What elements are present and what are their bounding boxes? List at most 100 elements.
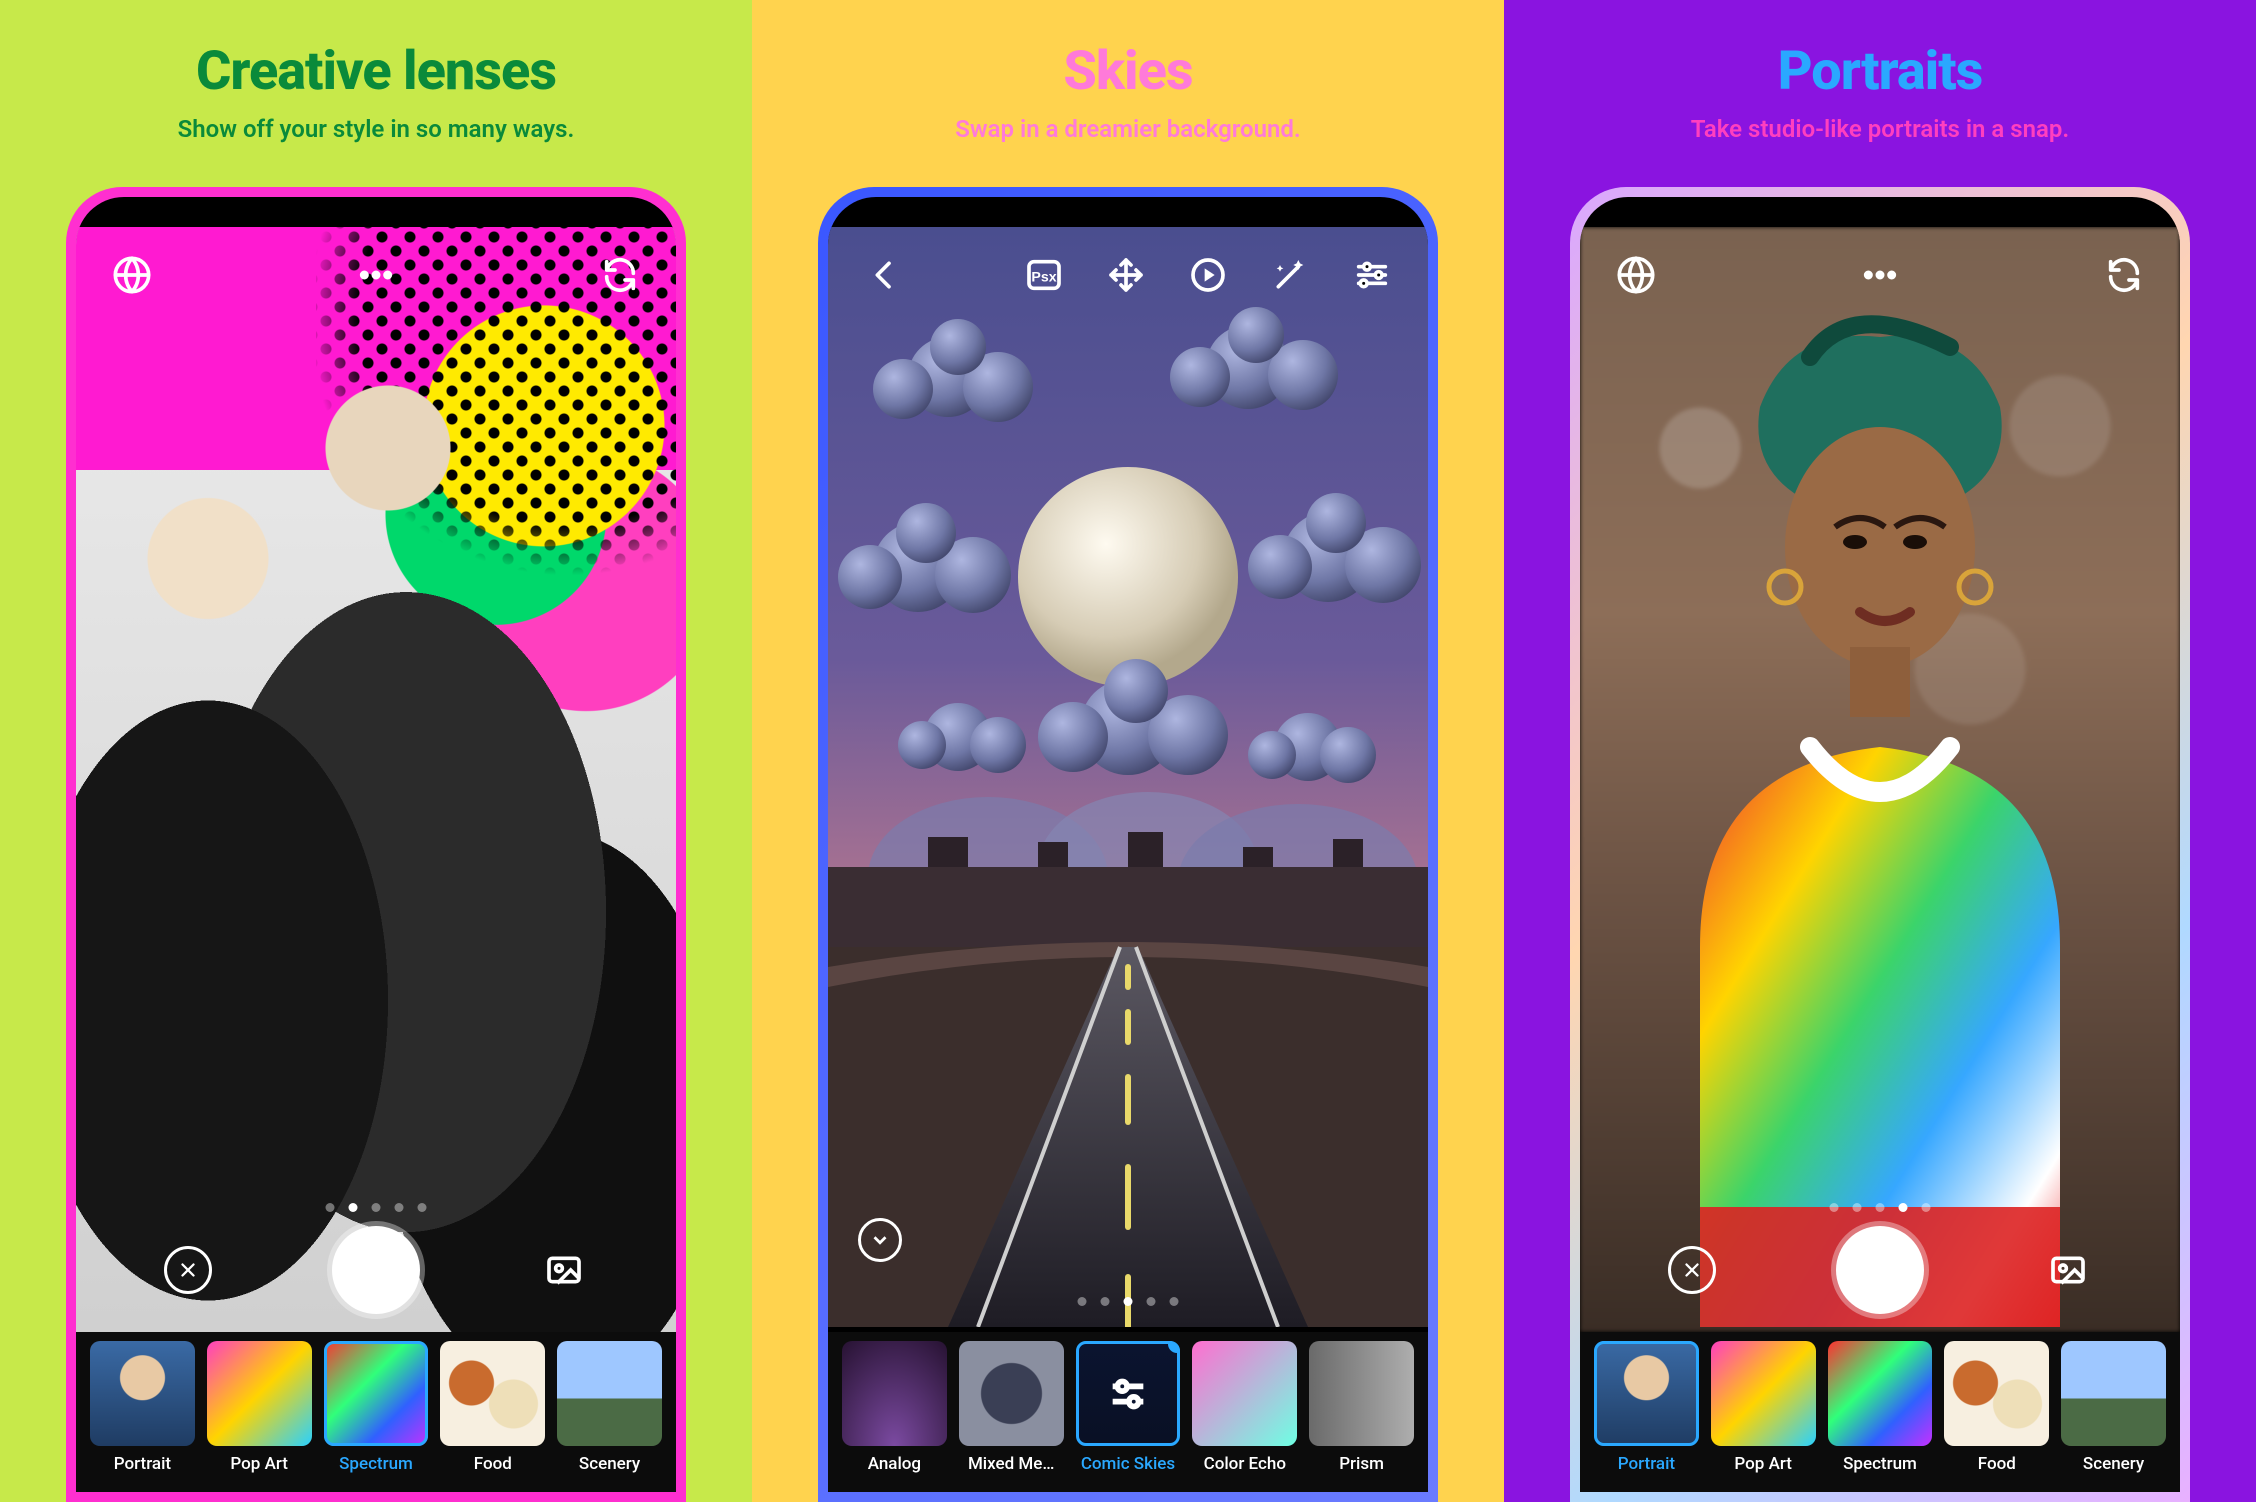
- phone-notch: [1028, 197, 1228, 227]
- panel-title: Portraits: [1778, 40, 1983, 103]
- filter-label: Spectrum: [1843, 1454, 1917, 1474]
- filter-thumb: [324, 1341, 429, 1446]
- web-icon[interactable]: [1616, 255, 1656, 295]
- phone-screen: Psx: [828, 197, 1428, 1492]
- pager: [1580, 1192, 2180, 1212]
- filter-thumb: [440, 1341, 545, 1446]
- phone-screen: Portrait Pop Art Spectrum Food Scenery: [1580, 197, 2180, 1492]
- promo-panel-creative-lenses: Creative lenses Show off your style in s…: [0, 0, 752, 1502]
- sample-photo: [76, 227, 676, 1332]
- more-icon[interactable]: [356, 255, 396, 295]
- sample-photo: [828, 227, 1428, 1327]
- filter-label: Analog: [868, 1454, 921, 1474]
- phone-screen: Portrait Pop Art Spectrum Food Scenery: [76, 197, 676, 1492]
- filter-label: Portrait: [114, 1454, 171, 1474]
- collapse-button[interactable]: [858, 1218, 902, 1262]
- filter-chip-analog[interactable]: Analog: [842, 1341, 947, 1474]
- motion-icon[interactable]: [1188, 255, 1228, 295]
- filter-chip-scenery[interactable]: Scenery: [2061, 1341, 2166, 1474]
- filter-chip-mixed-media[interactable]: Mixed Me…: [959, 1341, 1064, 1474]
- close-effect-button[interactable]: [164, 1246, 212, 1294]
- camera-viewport: [76, 227, 676, 1332]
- more-icon[interactable]: [1860, 255, 1900, 295]
- panel-subtitle: Show off your style in so many ways.: [178, 115, 575, 143]
- filter-label: Mixed Me…: [968, 1454, 1055, 1474]
- filter-thumb: [1076, 1341, 1181, 1446]
- svg-text:Psx: Psx: [1031, 270, 1056, 286]
- filter-chip-portrait[interactable]: Portrait: [90, 1341, 195, 1474]
- phone-notch: [276, 197, 476, 227]
- filter-chip-food[interactable]: Food: [1944, 1341, 2049, 1474]
- gallery-button[interactable]: [540, 1250, 588, 1290]
- filter-chip-food[interactable]: Food: [440, 1341, 545, 1474]
- phone-notch: [1780, 197, 1980, 227]
- filter-label: Color Echo: [1204, 1454, 1286, 1474]
- camera-top-bar: [1580, 255, 2180, 295]
- panel-title: Creative lenses: [196, 40, 556, 103]
- filter-chip-spectrum[interactable]: Spectrum: [324, 1341, 429, 1474]
- filter-thumb: [1192, 1341, 1297, 1446]
- phone-mockup: Psx: [818, 187, 1438, 1502]
- filter-label: Spectrum: [339, 1454, 413, 1474]
- adjust-sliders-icon[interactable]: [1352, 255, 1392, 295]
- filter-tray: Portrait Pop Art Spectrum Food Scenery: [1580, 1332, 2180, 1492]
- gallery-button[interactable]: [2044, 1250, 2092, 1290]
- filter-chip-scenery[interactable]: Scenery: [557, 1341, 662, 1474]
- new-badge-icon: [1168, 1341, 1180, 1353]
- editor-top-bar: Psx: [828, 255, 1428, 295]
- filter-label: Comic Skies: [1081, 1454, 1175, 1474]
- filter-thumb: [959, 1341, 1064, 1446]
- filter-label: Prism: [1339, 1454, 1384, 1474]
- filter-label: Pop Art: [230, 1454, 288, 1474]
- filter-thumb: [90, 1341, 195, 1446]
- psx-icon[interactable]: Psx: [1024, 255, 1064, 295]
- filter-label: Food: [1978, 1454, 2016, 1474]
- panel-title: Skies: [1063, 40, 1192, 103]
- camera-controls: [1580, 1226, 2180, 1314]
- move-icon[interactable]: [1106, 255, 1146, 295]
- filter-thumb: [1711, 1341, 1816, 1446]
- filter-tray: Analog Mixed Me… Comic Skies Color Echo: [828, 1332, 1428, 1492]
- back-icon[interactable]: [864, 255, 904, 295]
- filter-label: Portrait: [1618, 1454, 1675, 1474]
- pager: [1078, 1297, 1179, 1306]
- switch-camera-icon[interactable]: [2104, 255, 2144, 295]
- camera-controls: [76, 1226, 676, 1314]
- switch-camera-icon[interactable]: [600, 255, 640, 295]
- camera-viewport: [1580, 227, 2180, 1332]
- filter-thumb: [1594, 1341, 1699, 1446]
- magic-wand-icon[interactable]: [1270, 255, 1310, 295]
- close-effect-button[interactable]: [1668, 1246, 1716, 1294]
- phone-mockup: Portrait Pop Art Spectrum Food Scenery: [1570, 187, 2190, 1502]
- panel-subtitle: Take studio-like portraits in a snap.: [1691, 115, 2070, 143]
- shutter-button[interactable]: [1836, 1226, 1924, 1314]
- sample-photo-subject: [1580, 227, 2180, 1327]
- filter-thumb: [1309, 1341, 1414, 1446]
- filter-chip-popart[interactable]: Pop Art: [1711, 1341, 1816, 1474]
- pager: [76, 1192, 676, 1212]
- web-icon[interactable]: [112, 255, 152, 295]
- promo-panel-skies: Skies Swap in a dreamier background.: [752, 0, 1504, 1502]
- panel-subtitle: Swap in a dreamier background.: [955, 115, 1301, 143]
- phone-mockup: Portrait Pop Art Spectrum Food Scenery: [66, 187, 686, 1502]
- filter-label: Scenery: [579, 1454, 640, 1474]
- filter-chip-color-echo[interactable]: Color Echo: [1192, 1341, 1297, 1474]
- filter-thumb: [557, 1341, 662, 1446]
- camera-top-bar: [76, 255, 676, 295]
- filter-chip-spectrum[interactable]: Spectrum: [1828, 1341, 1933, 1474]
- filter-thumb: [207, 1341, 312, 1446]
- editor-viewport: Psx: [828, 227, 1428, 1332]
- promo-panel-portraits: Portraits Take studio-like portraits in …: [1504, 0, 2256, 1502]
- filter-thumb: [2061, 1341, 2166, 1446]
- filter-chip-comic-skies[interactable]: Comic Skies: [1076, 1341, 1181, 1474]
- filter-thumb: [1944, 1341, 2049, 1446]
- filter-chip-portrait[interactable]: Portrait: [1594, 1341, 1699, 1474]
- filter-tray: Portrait Pop Art Spectrum Food Scenery: [76, 1332, 676, 1492]
- filter-label: Pop Art: [1734, 1454, 1792, 1474]
- shutter-button[interactable]: [332, 1226, 420, 1314]
- filter-thumb: [842, 1341, 947, 1446]
- filter-chip-prism[interactable]: Prism: [1309, 1341, 1414, 1474]
- filter-label: Scenery: [2083, 1454, 2144, 1474]
- filter-thumb: [1828, 1341, 1933, 1446]
- filter-chip-popart[interactable]: Pop Art: [207, 1341, 312, 1474]
